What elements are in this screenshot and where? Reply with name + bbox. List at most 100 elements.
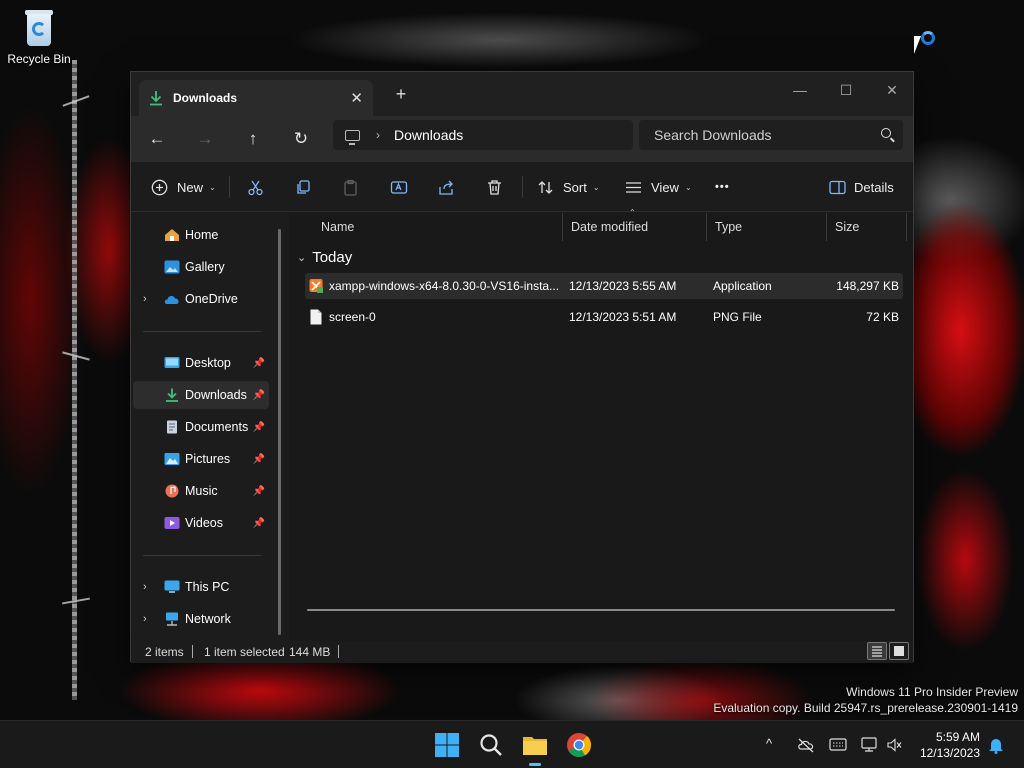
- windows-start-icon[interactable]: [433, 731, 461, 759]
- sidebar-item-documents[interactable]: Documents 📌: [133, 413, 269, 441]
- keyboard-icon[interactable]: [829, 738, 847, 752]
- sidebar-item-this-pc[interactable]: › This PC: [133, 573, 269, 601]
- volume-muted-icon[interactable]: [887, 738, 903, 752]
- up-button[interactable]: ↑: [239, 126, 267, 152]
- group-header-today[interactable]: ⌄ Today: [297, 249, 352, 266]
- file-date: 12/13/2023 5:51 AM: [569, 310, 677, 324]
- share-button[interactable]: [438, 174, 455, 200]
- minimize-button[interactable]: —: [777, 76, 823, 104]
- chrome-icon[interactable]: [565, 731, 593, 759]
- close-window-button[interactable]: ✕: [869, 76, 915, 104]
- file-explorer-icon[interactable]: [521, 731, 549, 759]
- chevron-right-icon[interactable]: ›: [376, 128, 380, 142]
- horizontal-scrollbar[interactable]: [307, 609, 895, 611]
- pin-icon[interactable]: 📌: [253, 518, 265, 529]
- pin-icon[interactable]: 📌: [253, 422, 265, 433]
- pin-icon[interactable]: 📌: [253, 390, 265, 401]
- breadcrumb[interactable]: › Downloads: [333, 120, 633, 150]
- sidebar-item-onedrive[interactable]: › OneDrive: [133, 285, 269, 313]
- recycle-bin-icon: [22, 8, 56, 48]
- music-icon: [165, 484, 179, 498]
- search-input[interactable]: [654, 127, 864, 143]
- view-button[interactable]: View ⌄: [625, 174, 692, 200]
- sidebar-item-network[interactable]: › Network: [133, 605, 269, 633]
- chevron-down-icon: ⌄: [684, 182, 692, 192]
- tab-title: Downloads: [173, 91, 238, 105]
- pin-icon[interactable]: 📌: [253, 358, 265, 369]
- expand-chevron-icon[interactable]: ›: [143, 581, 147, 593]
- more-options-button[interactable]: •••: [715, 174, 730, 200]
- share-icon: [439, 180, 453, 195]
- busy-spinner-icon: [921, 31, 935, 45]
- column-header-date-modified[interactable]: Date modified: [563, 213, 707, 241]
- sidebar-item-downloads[interactable]: Downloads 📌: [133, 381, 269, 409]
- expand-chevron-icon[interactable]: ›: [143, 613, 147, 625]
- address-bar-row: ← → ↑ ↻ › Downloads: [131, 116, 913, 162]
- evaluation-watermark: Windows 11 Pro Insider Preview Evaluatio…: [713, 684, 1018, 716]
- details-view-button[interactable]: [867, 642, 887, 660]
- details-pane-icon: [829, 180, 846, 194]
- delete-button[interactable]: [486, 174, 503, 200]
- rename-button[interactable]: [390, 174, 408, 200]
- details-pane-button[interactable]: Details: [829, 174, 894, 200]
- sidebar-item-label: Desktop: [185, 356, 231, 370]
- sidebar-item-home[interactable]: Home: [133, 221, 269, 249]
- rename-icon: [390, 180, 408, 194]
- sidebar-item-label: Pictures: [185, 452, 231, 466]
- sidebar-item-pictures[interactable]: Pictures 📌: [133, 445, 269, 473]
- view-lines-icon: [626, 181, 641, 193]
- watermark-line: Evaluation copy. Build 25947.rs_prerelea…: [713, 701, 1018, 715]
- file-date: 12/13/2023 5:55 AM: [569, 279, 677, 293]
- sidebar-item-label: OneDrive: [185, 292, 238, 306]
- sidebar-item-gallery[interactable]: Gallery: [133, 253, 269, 281]
- thumbnail-view-button[interactable]: [889, 642, 909, 660]
- sidebar-item-desktop[interactable]: Desktop 📌: [133, 349, 269, 377]
- sort-indicator-icon: ⌃: [629, 208, 636, 217]
- new-button[interactable]: New ⌄: [151, 174, 216, 200]
- paste-button[interactable]: [342, 174, 359, 200]
- chevron-down-icon[interactable]: ⌄: [297, 251, 306, 264]
- pin-icon[interactable]: 📌: [253, 454, 265, 465]
- sidebar-item-videos[interactable]: Videos 📌: [133, 509, 269, 537]
- toolbar-divider: [522, 176, 523, 198]
- recycle-bin-shortcut[interactable]: Recycle Bin: [6, 8, 72, 66]
- tab-downloads[interactable]: Downloads ✕: [139, 80, 373, 116]
- copy-button[interactable]: [295, 174, 312, 200]
- new-tab-button[interactable]: +: [389, 84, 413, 105]
- system-clock[interactable]: 5:59 AM 12/13/2023: [920, 729, 980, 761]
- column-header-size[interactable]: Size: [827, 213, 907, 241]
- active-app-indicator: [529, 763, 541, 766]
- sort-button[interactable]: Sort ⌄: [537, 174, 600, 200]
- cloud-offline-icon[interactable]: [797, 737, 815, 753]
- sidebar-item-music[interactable]: Music 📌: [133, 477, 269, 505]
- refresh-button[interactable]: ↻: [287, 126, 315, 152]
- search-box[interactable]: [639, 120, 903, 150]
- tray-overflow-chevron[interactable]: ^: [766, 736, 772, 751]
- notification-bell-icon[interactable]: [988, 736, 1004, 754]
- expand-chevron-icon[interactable]: ›: [143, 293, 147, 305]
- forward-button[interactable]: →: [191, 126, 219, 152]
- sidebar-item-label: Downloads: [185, 388, 247, 402]
- pin-icon[interactable]: 📌: [253, 486, 265, 497]
- nav-divider: [143, 555, 261, 556]
- clock-date: 12/13/2023: [919, 746, 980, 760]
- tab-close-button[interactable]: ✕: [350, 89, 363, 107]
- column-header-name[interactable]: Name: [313, 213, 563, 241]
- column-header-type[interactable]: Type: [707, 213, 827, 241]
- search-icon[interactable]: [881, 128, 891, 138]
- nav-scrollbar[interactable]: [278, 229, 281, 635]
- maximize-button[interactable]: ☐: [823, 76, 869, 104]
- scissors-icon: [248, 180, 263, 195]
- network-status-icon[interactable]: [861, 737, 879, 753]
- cut-button[interactable]: [247, 174, 264, 200]
- file-size: 72 KB: [866, 310, 899, 324]
- search-icon[interactable]: [477, 731, 505, 759]
- file-size: 148,297 KB: [836, 279, 899, 293]
- gallery-icon: [164, 260, 180, 274]
- monitor-icon: [345, 129, 360, 145]
- table-row[interactable]: xampp-windows-x64-8.0.30-0-VS16-insta...…: [305, 273, 903, 299]
- breadcrumb-downloads[interactable]: Downloads: [394, 127, 463, 143]
- table-row[interactable]: screen-0 12/13/2023 5:51 AM PNG File 72 …: [305, 304, 903, 330]
- file-name: xampp-windows-x64-8.0.30-0-VS16-insta...: [329, 279, 560, 293]
- back-button[interactable]: ←: [143, 126, 171, 152]
